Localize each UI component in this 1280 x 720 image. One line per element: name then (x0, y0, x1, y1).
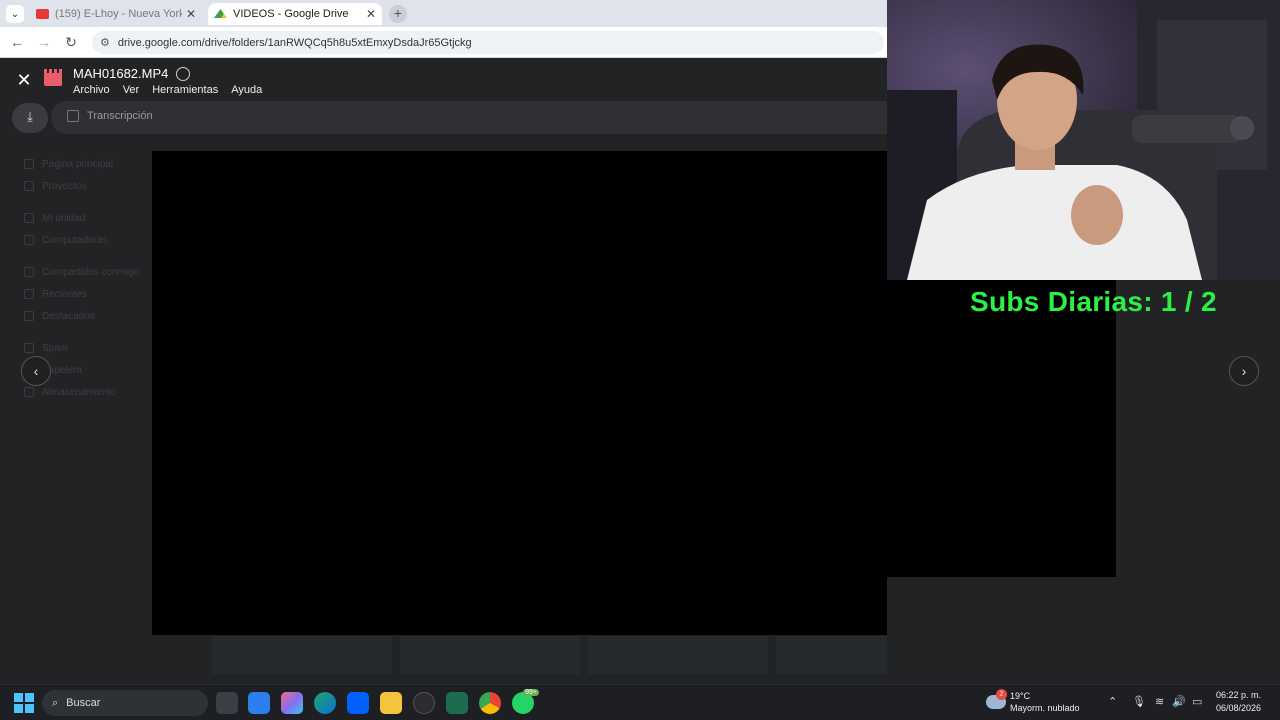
app-w-icon[interactable] (446, 692, 468, 714)
close-tab-icon[interactable]: ✕ (366, 7, 376, 21)
viewer-toolbar: Transcripción (51, 101, 887, 134)
tab-search-chevron-icon[interactable]: ⌄ (6, 5, 24, 23)
subs-counter-text: Subs Diarias: 1 / 2 (970, 286, 1217, 317)
menu-ayuda[interactable]: Ayuda (231, 84, 262, 96)
youtube-icon (36, 9, 49, 19)
drive-file-viewer: Página principal Proyectos Mi unidad Com… (0, 58, 887, 684)
close-viewer-icon[interactable]: ✕ (14, 70, 34, 90)
taskbar-search[interactable]: ⌕ Buscar (42, 690, 208, 716)
google-drive-icon (214, 9, 227, 18)
battery-icon[interactable]: ▭ (1192, 695, 1202, 708)
forward-icon[interactable]: → (36, 34, 52, 50)
obs-icon[interactable] (413, 692, 435, 714)
microphone-icon[interactable]: 🎙 (1132, 695, 1146, 708)
clock-time: 06:22 p. m. (1216, 690, 1262, 700)
whatsapp-badge: 99+ (523, 689, 539, 696)
close-tab-icon[interactable]: ✕ (186, 7, 196, 21)
tab-title: VIDEOS - Google Drive (233, 8, 349, 20)
menu-ver[interactable]: Ver (123, 84, 140, 96)
video-player-continuation[interactable] (887, 280, 1116, 577)
previous-file-button[interactable]: ‹ (21, 356, 51, 386)
video-file-icon (44, 69, 62, 86)
next-file-button[interactable]: › (1229, 356, 1259, 386)
file-name: MAH01682.MP4 (73, 66, 169, 81)
weather-badge: 2 (996, 689, 1007, 700)
tab-title: (159) E-Lhoy - Nueva York - W... (55, 8, 182, 20)
browser-tabstrip: ⌄ (159) E-Lhoy - Nueva York - W... ✕ VID… (0, 0, 887, 27)
video-player[interactable] (152, 151, 887, 635)
download-button[interactable]: ⤓ (12, 103, 48, 133)
transcription-button[interactable]: Transcripción (87, 110, 153, 122)
clock-date: 06/08/2026 (1216, 703, 1262, 713)
task-view-icon[interactable] (216, 692, 238, 714)
dropbox-icon[interactable] (347, 692, 369, 714)
microsoft-store-icon[interactable] (248, 692, 270, 714)
windows-start-icon[interactable] (14, 693, 34, 713)
screen: ⌄ (159) E-Lhoy - Nueva York - W... ✕ VID… (0, 0, 1280, 720)
transcription-icon (67, 110, 79, 122)
back-icon[interactable]: ← (9, 34, 25, 50)
file-explorer-icon[interactable] (380, 692, 402, 714)
whatsapp-icon[interactable]: 99+ (512, 689, 539, 714)
reload-icon[interactable]: ↻ (63, 34, 79, 51)
show-hidden-icons-icon[interactable]: ⌃ (1108, 695, 1117, 708)
menu-herramientas[interactable]: Herramientas (152, 84, 218, 96)
search-icon: ⌕ (52, 696, 59, 709)
streamer-webcam-image (887, 0, 1280, 280)
weather-temp: 19°C (1010, 691, 1031, 701)
edge-browser-icon[interactable] (314, 692, 336, 714)
chrome-icon[interactable] (479, 692, 501, 714)
system-clock[interactable]: 06:22 p. m. 06/08/2026 (1216, 689, 1261, 715)
new-tab-button[interactable]: + (389, 5, 407, 23)
search-label: Buscar (66, 697, 101, 709)
drive-file-viewer-right (887, 280, 1280, 684)
url-bar[interactable]: ⚙ drive.google.com/drive/folders/1anRWQC… (92, 31, 884, 54)
wifi-icon[interactable]: ≋ (1155, 695, 1164, 708)
webcam-overlay (887, 0, 1280, 280)
background-thumbnails (212, 636, 887, 674)
viewer-menubar: Archivo Ver Herramientas Ayuda (73, 84, 262, 96)
menu-archivo[interactable]: Archivo (73, 84, 110, 96)
volume-icon[interactable]: 🔊 (1172, 695, 1186, 708)
offline-status-icon[interactable] (176, 67, 190, 81)
url-text: drive.google.com/drive/folders/1anRWQCq5… (117, 36, 472, 49)
tab-google-drive[interactable]: VIDEOS - Google Drive ✕ (208, 3, 382, 25)
copilot-icon[interactable] (281, 692, 303, 714)
tab-youtube[interactable]: (159) E-Lhoy - Nueva York - W... ✕ (30, 3, 202, 25)
browser-toolbar: ← → ↻ ⚙ drive.google.com/drive/folders/1… (0, 27, 887, 58)
taskbar: ⌕ Buscar 99+ 2 19°C Mayorm. nublado ⌃ 🎙 … (0, 684, 1280, 720)
site-settings-icon[interactable]: ⚙ (100, 36, 110, 49)
weather-description: Mayorm. nublado (1010, 703, 1080, 713)
